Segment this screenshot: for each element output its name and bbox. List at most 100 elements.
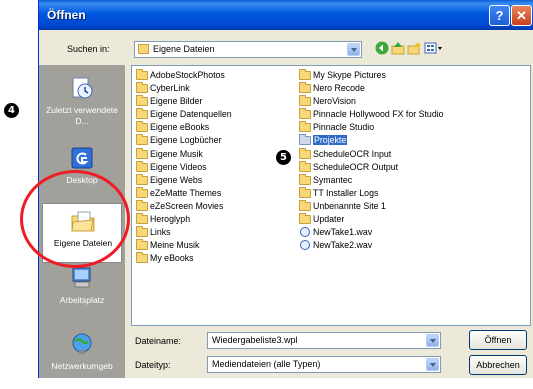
folder-icon	[136, 147, 148, 159]
item-label: Pinnacle Studio	[313, 122, 375, 133]
folder-item[interactable]: ScheduleOCR Output	[299, 160, 444, 174]
views-icon	[424, 42, 442, 54]
recent-documents-icon	[72, 77, 93, 99]
folder-icon	[136, 160, 148, 172]
look-in-combo[interactable]: Eigene Dateien	[134, 41, 362, 58]
item-label: Eigene Webs	[150, 174, 203, 185]
folder-item[interactable]: AdobeStockPhotos	[136, 69, 232, 82]
file-item[interactable]: NewTake2.wav	[299, 239, 444, 252]
folder-icon	[299, 160, 311, 172]
folder-icon	[299, 82, 311, 94]
folder-icon	[136, 108, 148, 120]
item-label: Eigene Logbücher	[150, 135, 222, 146]
close-button[interactable]: ✕	[511, 5, 532, 26]
folder-item[interactable]: Eigene eBooks	[136, 121, 232, 134]
audio-file-icon	[300, 227, 310, 238]
callout-marker-4: 4	[4, 103, 19, 118]
folder-icon	[136, 199, 148, 211]
place-recent[interactable]: Zuletzt verwendete D...	[42, 71, 122, 133]
back-icon	[375, 41, 389, 55]
folder-icon	[299, 213, 311, 225]
folder-icon	[299, 134, 311, 146]
folder-icon	[136, 239, 148, 251]
folder-item[interactable]: eZeMatte Themes	[136, 186, 232, 200]
folder-item[interactable]: Pinnacle Studio	[299, 121, 444, 134]
file-column-1: AdobeStockPhotos CyberLink Eigene Bilder Ei…	[136, 69, 232, 265]
folder-item[interactable]: Eigene Logbücher	[136, 134, 232, 147]
open-button[interactable]: Öffnen	[469, 330, 527, 350]
folder-icon	[299, 121, 311, 133]
folder-item[interactable]: Links	[136, 226, 232, 239]
folder-icon	[299, 108, 311, 120]
item-label: NeroVision	[313, 96, 356, 107]
up-folder-icon	[391, 42, 405, 55]
item-label: ScheduleOCR Input	[313, 148, 392, 159]
folder-item[interactable]: NeroVision	[299, 95, 444, 108]
computer-icon	[72, 267, 91, 288]
folder-item[interactable]: Eigene Bilder	[136, 95, 232, 108]
file-item[interactable]: NewTake1.wav	[299, 226, 444, 239]
folder-item[interactable]: Symantec	[299, 173, 444, 187]
folder-item[interactable]: CyberLink	[136, 82, 232, 95]
new-folder-icon	[407, 42, 421, 55]
look-in-label: Suchen in:	[67, 44, 110, 54]
item-label: Eigene Datenquellen	[150, 109, 232, 120]
look-in-value: Eigene Dateien	[153, 44, 215, 54]
audio-file-icon	[300, 240, 310, 251]
back-button[interactable]	[375, 41, 389, 55]
highlight-circle	[20, 170, 130, 268]
item-label: Links	[150, 227, 171, 238]
filetype-select[interactable]: Mediendateien (alle Typen)	[207, 356, 441, 373]
folder-icon	[136, 173, 148, 185]
folder-item[interactable]: Meine Musik	[136, 239, 232, 252]
place-label: Netzwerkumgeb	[51, 361, 113, 371]
item-label: Unbenannte Site 1	[313, 200, 386, 211]
folder-icon	[136, 226, 148, 238]
folder-icon	[299, 173, 311, 185]
folder-item[interactable]: Eigene Webs	[136, 173, 232, 187]
folder-item[interactable]: TT Installer Logs	[299, 186, 444, 200]
folder-item[interactable]: Heroglyph	[136, 213, 232, 226]
folder-icon	[136, 134, 148, 146]
folder-item[interactable]: Eigene Videos	[136, 160, 232, 174]
chevron-down-icon[interactable]	[347, 43, 360, 56]
item-label: AdobeStockPhotos	[150, 70, 225, 80]
folder-item[interactable]: Nero Recode	[299, 82, 444, 95]
item-label: Eigene Videos	[150, 161, 207, 172]
place-label: Zuletzt verwendete D...	[46, 105, 118, 126]
up-folder-button[interactable]	[391, 41, 405, 55]
help-button[interactable]: ?	[489, 5, 510, 26]
callout-marker-5: 5	[276, 150, 291, 165]
cancel-button[interactable]: Abbrechen	[469, 355, 527, 375]
item-label: NewTake1.wav	[313, 227, 373, 238]
folder-item[interactable]: Eigene Musik	[136, 147, 232, 161]
folder-item[interactable]: ScheduleOCR Input	[299, 147, 444, 161]
item-label: eZeMatte Themes	[150, 187, 222, 198]
chevron-down-icon[interactable]	[426, 358, 439, 371]
folder-item[interactable]: My eBooks	[136, 252, 232, 265]
item-label: My eBooks	[150, 253, 194, 264]
filename-input[interactable]: Wiedergabeliste3.wpl	[207, 332, 441, 349]
folder-item[interactable]: Projekte	[299, 134, 444, 147]
folder-item[interactable]: eZeScreen Movies	[136, 199, 232, 213]
folder-item[interactable]: Pinnacle Hollywood FX for Studio	[299, 108, 444, 121]
folder-icon	[136, 213, 148, 225]
file-list[interactable]: AdobeStockPhotos CyberLink Eigene Bilder Ei…	[131, 65, 531, 326]
place-network[interactable]: Netzwerkumgeb	[42, 327, 122, 389]
network-icon	[72, 333, 92, 354]
chevron-down-icon[interactable]	[426, 334, 439, 347]
folder-item[interactable]: Eigene Datenquellen	[136, 108, 232, 121]
folder-item[interactable]: Unbenannte Site 1	[299, 199, 444, 213]
folder-item[interactable]: Updater	[299, 213, 444, 226]
folder-icon	[299, 69, 311, 80]
title-bar[interactable]: Öffnen ? ✕	[39, 0, 533, 30]
folder-item[interactable]: My Skype Pictures	[299, 69, 444, 82]
folder-icon	[299, 199, 311, 211]
filetype-value: Mediendateien (alle Typen)	[212, 359, 321, 369]
place-my-computer[interactable]: Arbeitsplatz	[42, 261, 122, 323]
folder-icon	[299, 95, 311, 107]
views-menu-button[interactable]	[424, 41, 444, 55]
item-label: Symantec	[313, 174, 353, 185]
item-label: CyberLink	[150, 83, 190, 94]
new-folder-button[interactable]	[407, 41, 421, 55]
